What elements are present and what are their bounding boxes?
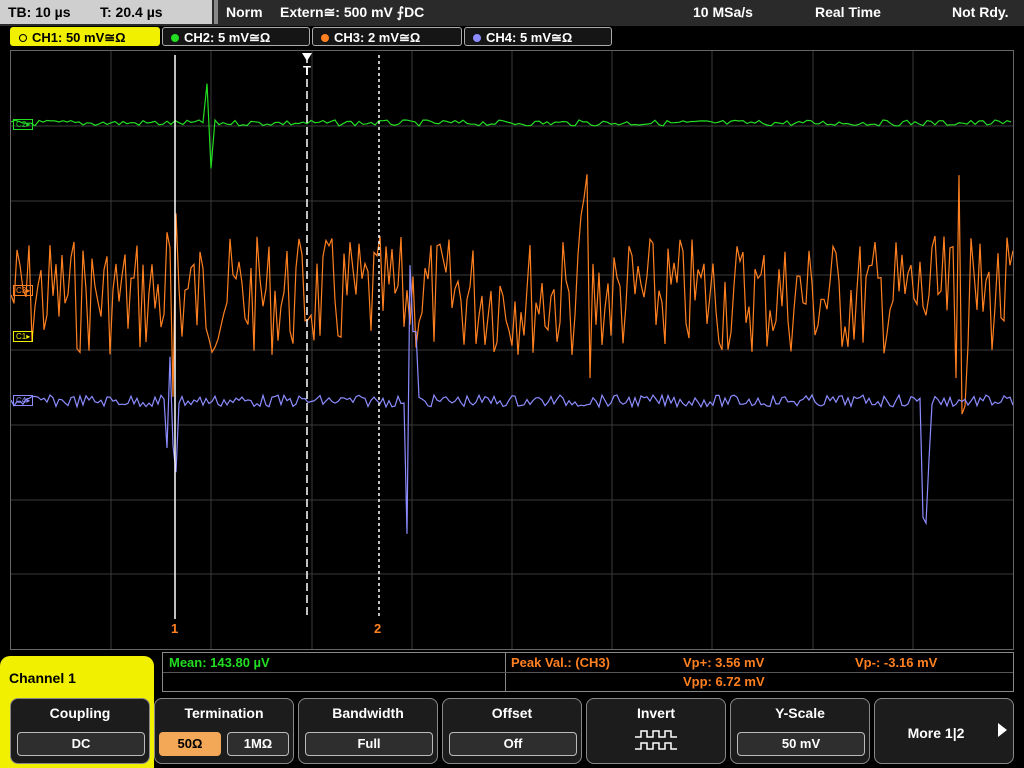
channel-tab-label: CH1: 50 mV≅Ω <box>32 30 126 45</box>
ch4-indicator-icon <box>473 34 481 42</box>
invert-label: Invert <box>636 705 676 721</box>
invert-waveform-icon <box>635 730 677 750</box>
coupling-value[interactable]: DC <box>17 732 145 756</box>
menu-title-text: Channel 1 <box>9 670 76 686</box>
ch1-indicator-icon <box>19 34 27 42</box>
coupling-label: Coupling <box>49 705 111 721</box>
channel-tab-ch2[interactable]: CH2: 5 mV≅Ω <box>162 27 310 46</box>
measure-mean: Mean: 143.80 µV <box>169 655 270 670</box>
ch4-ground-marker[interactable]: C4▸ <box>13 395 34 406</box>
status-bar: TB: 10 µs T: 20.4 µs Norm Extern≅: 500 m… <box>0 0 1024 26</box>
channel-tab-ch3[interactable]: CH3: 2 mV≅Ω <box>312 27 462 46</box>
yscale-softkey[interactable]: Y-Scale 50 mV <box>730 698 870 764</box>
trigger-time-readout: T: 20.4 µs <box>100 4 163 20</box>
status-divider <box>214 0 218 24</box>
measure-divider <box>163 672 1013 673</box>
channel-tab-ch4[interactable]: CH4: 5 mV≅Ω <box>464 27 612 46</box>
ch2-indicator-icon <box>171 34 179 42</box>
waveform-canvas <box>11 51 1013 649</box>
channel-tab-row: CH1: 50 mV≅Ω CH2: 5 mV≅Ω CH3: 2 mV≅Ω CH4… <box>0 26 1024 48</box>
bandwidth-label: Bandwidth <box>332 705 404 721</box>
measurement-panel[interactable]: Mean: 143.80 µV Peak Val.: (CH3) Vp+: 3.… <box>162 652 1014 692</box>
termination-50ohm-option[interactable]: 50Ω <box>159 732 221 756</box>
acquisition-mode: Real Time <box>815 4 881 20</box>
ch2-ground-marker[interactable]: C2▸ <box>13 119 34 130</box>
trigger-source[interactable]: Extern≅: 500 mV ⨍DC <box>280 4 424 21</box>
ch3-ground-marker[interactable]: C3▸ <box>13 285 34 296</box>
trigger-position-label[interactable]: T <box>303 63 311 78</box>
ch3-indicator-icon <box>321 34 329 42</box>
timebase-readout: TB: 10 µs <box>8 4 71 20</box>
termination-softkey[interactable]: Termination 50Ω 1MΩ <box>154 698 294 764</box>
next-page-arrow-icon <box>998 723 1007 737</box>
channel-tab-label: CH3: 2 mV≅Ω <box>334 30 421 45</box>
more-label: More 1|2 <box>907 725 965 741</box>
more-softkey[interactable]: More 1|2 <box>874 698 1014 764</box>
yscale-value[interactable]: 50 mV <box>737 732 865 756</box>
channel-tab-label: CH4: 5 mV≅Ω <box>486 30 573 45</box>
measure-peak-label: Peak Val.: (CH3) <box>511 655 610 670</box>
termination-label: Termination <box>184 705 264 721</box>
channel-tab-ch1[interactable]: CH1: 50 mV≅Ω <box>10 27 160 46</box>
invert-softkey[interactable]: Invert <box>586 698 726 764</box>
measure-vp-minus: Vp-: -3.16 mV <box>855 655 938 670</box>
trigger-arrow-icon <box>302 53 312 61</box>
bandwidth-value[interactable]: Full <box>305 732 433 756</box>
cursor-2-label[interactable]: 2 <box>374 621 381 636</box>
coupling-softkey[interactable]: Coupling DC <box>10 698 150 764</box>
offset-value[interactable]: Off <box>449 732 577 756</box>
graticule <box>11 51 1013 649</box>
cursor-1-label[interactable]: 1 <box>171 621 178 636</box>
timebase-panel[interactable]: TB: 10 µs T: 20.4 µs <box>0 0 212 24</box>
termination-1mohm-option[interactable]: 1MΩ <box>227 732 289 756</box>
measure-vpp: Vpp: 6.72 mV <box>683 674 765 689</box>
offset-label: Offset <box>491 705 533 721</box>
measure-vp-plus: Vp+: 3.56 mV <box>683 655 765 670</box>
offset-softkey[interactable]: Offset Off <box>442 698 582 764</box>
sample-rate: 10 MSa/s <box>693 4 753 20</box>
waveform-display[interactable]: C2▸ C3▸ C1▸ C4▸ 1 2 T <box>10 50 1014 650</box>
ch1-ground-marker[interactable]: C1▸ <box>13 331 34 342</box>
bandwidth-softkey[interactable]: Bandwidth Full <box>298 698 438 764</box>
trigger-mode[interactable]: Norm <box>226 4 263 20</box>
yscale-label: Y-Scale <box>775 705 825 721</box>
channel-tab-label: CH2: 5 mV≅Ω <box>184 30 271 45</box>
ready-state: Not Rdy. <box>952 4 1009 20</box>
menu-title: Channel 1 <box>0 656 154 698</box>
